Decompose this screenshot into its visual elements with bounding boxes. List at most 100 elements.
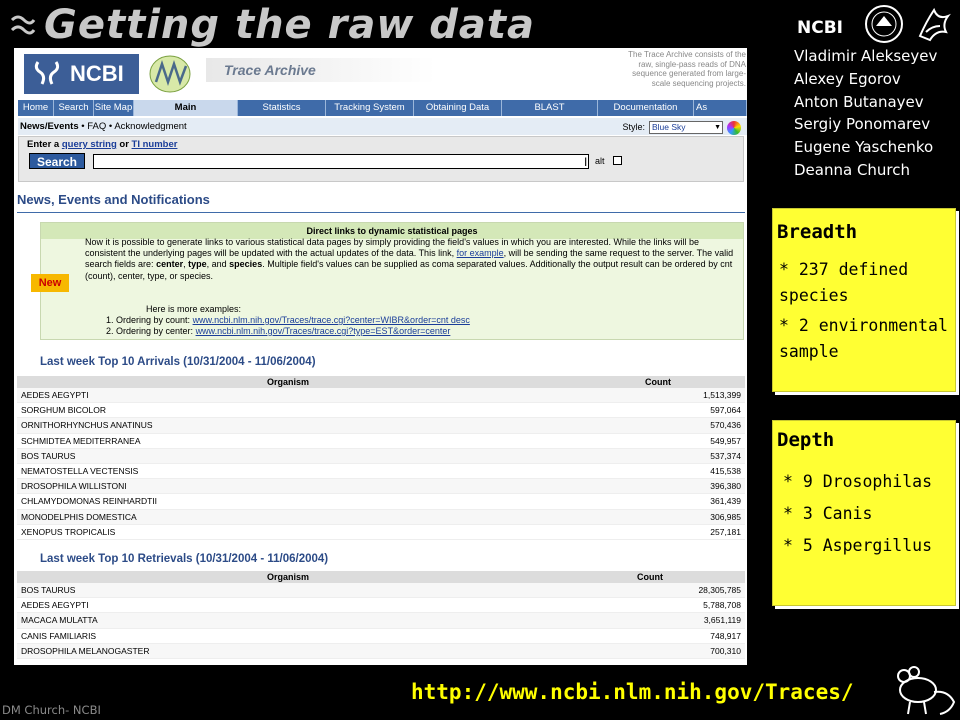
query-string-link[interactable]: query string [62,139,117,150]
column-header-organism: Organism [267,377,310,387]
trace-archive-logo-icon [149,55,191,93]
text-cursor-icon: I [584,155,588,169]
author-name: Alexey Egorov [794,69,901,88]
style-label: Style: [622,122,645,132]
tab-tracking-system[interactable]: Tracking System [326,100,414,116]
mouse-icon [897,666,956,715]
ncbi-logo-text: NCBI [70,61,124,86]
alt-checkbox[interactable] [613,156,622,165]
site-title: Trace Archive [206,58,436,82]
organism-cell[interactable]: ORNITHORHYNCHUS ANATINUS [21,418,153,433]
organism-cell[interactable]: AEDES AEGYPTI [21,388,89,403]
count-cell: 306,985 [710,511,741,522]
organism-cell[interactable]: SORGHUM BICOLOR [21,403,106,418]
tab-overflow[interactable]: As [694,100,747,116]
table-row: BOS TAURUS 537,374 [17,448,745,464]
nav-site-map[interactable]: Site Map [94,100,134,116]
search-input[interactable]: I [93,154,589,169]
retrievals-title: Last week Top 10 Retrievals (10/31/2004 … [40,553,329,565]
count-cell: 1,513,399 [703,390,741,400]
news-item-body: Now it is possible to generate links to … [85,237,734,281]
ncbi-helix-icon [10,15,36,35]
subnav-news[interactable]: News/Events [20,121,79,132]
organism-cell[interactable]: MACACA MULATTA [21,613,98,628]
tab-obtaining-data[interactable]: Obtaining Data [414,100,502,116]
table-row: SORGHUM BICOLOR 597,064 [17,403,745,419]
trace-archive-url[interactable]: http://www.ncbi.nlm.nih.gov/Traces/ [411,680,854,704]
count-cell: 597,064 [710,405,741,416]
count-cell: 748,917 [710,630,741,641]
example-item: 1. Ordering by count: www.ncbi.nlm.nih.g… [106,315,470,325]
column-header-count: Count [637,572,663,582]
table-row: MONODELPHIS DOMESTICA 306,985 [17,509,745,525]
nav-search[interactable]: Search [54,100,94,116]
column-header-count: Count [645,377,671,387]
table-row: ORNITHORHYNCHUS ANATINUS 570,436 [17,418,745,434]
breadth-item: sample [779,342,839,361]
main-nav: Home Search Site Map Main Statistics Tra… [18,100,747,116]
breadth-item: * 237 defined [779,260,909,279]
style-select[interactable]: Blue Sky [649,121,723,134]
count-cell: 570,436 [710,420,741,431]
organism-cell[interactable]: DROSOPHILA MELANOGASTER [21,644,149,659]
arrivals-title: Last week Top 10 Arrivals (10/31/2004 - … [40,356,316,368]
depth-callout: Depth * 9 Drosophilas * 3 Canis * 5 Aspe… [772,420,956,606]
organism-cell[interactable]: CHLAMYDOMONAS REINHARDTII [21,494,157,509]
organism-cell[interactable]: XENOPUS TROPICALIS [21,525,115,540]
example-link-count[interactable]: www.ncbi.nlm.nih.gov/Traces/trace.cgi?ce… [193,315,470,325]
column-header-organism: Organism [267,572,310,582]
ncbi-logo[interactable]: NCBI [24,54,139,94]
table-row: SCHMIDTEA MEDITERRANEA 549,957 [17,434,745,449]
sub-nav: News/Events • FAQ • Acknowledgment Style… [18,118,747,135]
site-blurb: The Trace Archive consists of the raw, s… [628,50,746,88]
example-item: 2. Ordering by center: www.ncbi.nlm.nih.… [106,326,451,336]
tab-blast[interactable]: BLAST [502,100,598,116]
style-chooser: Style: Blue Sky [622,119,741,136]
table-row: CANIS FAMILIARIS 748,917 [17,629,745,644]
author-name: Anton Butanayev [794,92,924,111]
count-cell: 549,957 [710,435,741,446]
table-row: DROSOPHILA MELANOGASTER 700,310 [17,643,745,659]
table-row: CHLAMYDOMONAS REINHARDTII 361,439 [17,494,745,510]
new-badge: New [31,274,69,292]
example-link-center[interactable]: www.ncbi.nlm.nih.gov/Traces/trace.cgi?ty… [196,326,451,336]
count-cell: 257,181 [710,526,741,537]
divider [17,212,745,213]
author-name: Sergiy Ponomarev [794,115,931,134]
organism-cell[interactable]: BOS TAURUS [21,583,75,598]
breadth-item: * 2 environmental [779,316,948,335]
breadth-item: species [779,286,849,305]
news-heading: News, Events and Notifications [17,192,210,207]
color-wheel-icon[interactable] [727,120,741,135]
arrivals-table: Organism Count AEDES AEGYPTI 1,513,399 SOR… [17,376,745,540]
retrievals-table: Organism Count BOS TAURUS 28,305,785 AEDES… [17,571,745,659]
organism-cell[interactable]: MONODELPHIS DOMESTICA [21,510,137,525]
breadth-callout: Breadth * 237 defined species * 2 enviro… [772,208,956,392]
count-cell: 361,439 [710,496,741,507]
tab-main[interactable]: Main [134,100,238,116]
ncbi-label: NCBI [797,18,843,38]
nav-home[interactable]: Home [18,100,54,116]
organism-cell[interactable]: DROSOPHILA WILLISTONI [21,479,127,494]
ti-number-link[interactable]: TI number [132,139,178,150]
organism-cell[interactable]: AEDES AEGYPTI [21,598,89,613]
organism-cell[interactable]: SCHMIDTEA MEDITERRANEA [21,434,141,449]
trace-archive-screenshot: NCBI Trace Archive The Trace Archive con… [14,48,747,665]
examples-intro: Here is more examples: [146,304,242,314]
table-row: BOS TAURUS 28,305,785 [17,583,745,599]
breadth-title: Breadth [777,221,858,243]
organism-cell[interactable]: CANIS FAMILIARIS [21,629,96,644]
table-row: DROSOPHILA WILLISTONI 396,380 [17,479,745,495]
search-button[interactable]: Search [29,153,85,169]
subnav-faq[interactable]: FAQ [87,121,106,132]
table-row: NEMATOSTELLA VECTENSIS 415,538 [17,464,745,480]
slide-title: Getting the raw data [44,2,535,48]
tab-documentation[interactable]: Documentation [598,100,694,116]
for-example-link[interactable]: for example [457,248,504,258]
tab-statistics[interactable]: Statistics [238,100,326,116]
author-name: Deanna Church [794,160,911,179]
table-header: Organism Count [17,571,745,583]
organism-cell[interactable]: NEMATOSTELLA VECTENSIS [21,464,138,479]
subnav-acknowledgment[interactable]: Acknowledgment [114,121,186,132]
organism-cell[interactable]: BOS TAURUS [21,449,75,464]
